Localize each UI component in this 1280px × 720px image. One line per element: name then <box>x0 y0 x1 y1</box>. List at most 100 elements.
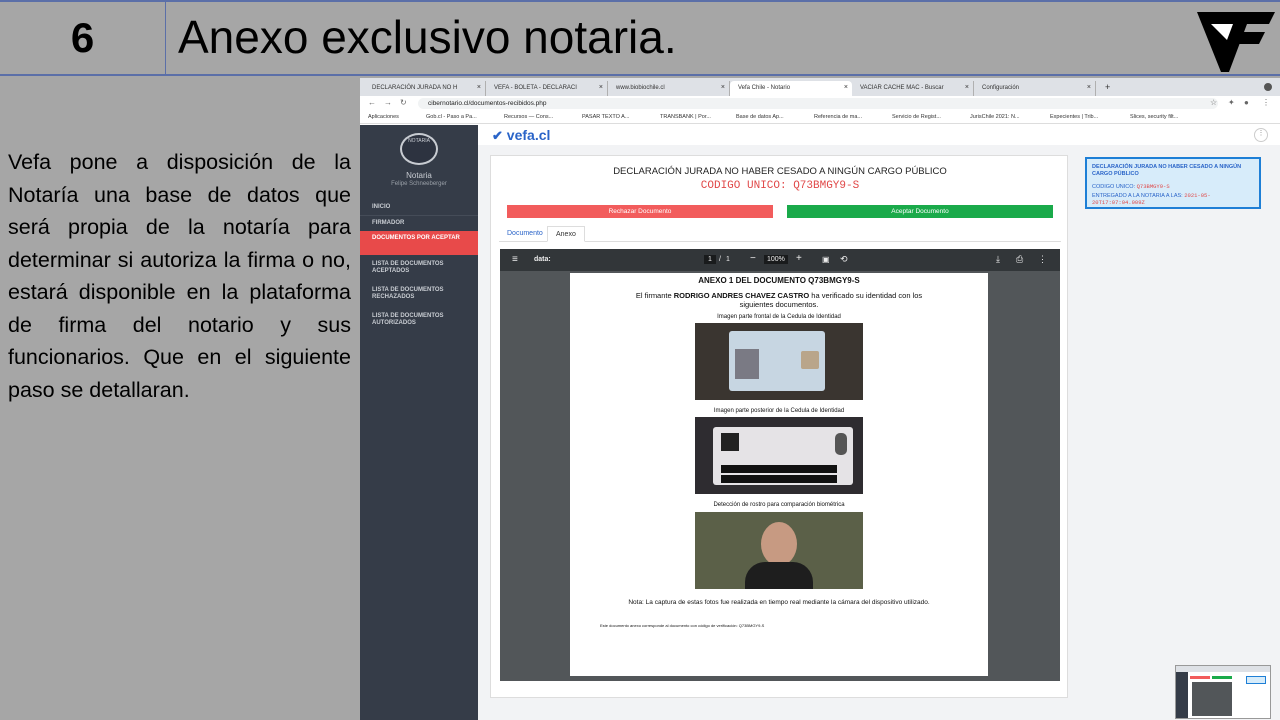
sidebar-item-documentos-por-aceptar[interactable]: DOCUMENTOS POR ACEPTAR <box>360 231 478 255</box>
bookmark[interactable]: Base de datos Ap... <box>736 114 784 120</box>
profile-icon[interactable]: ● <box>1244 98 1249 107</box>
bookmark[interactable]: JurisChile 2021: N... <box>970 114 1020 120</box>
browser-tab-active[interactable]: Vefa Chile - Notario × <box>730 81 852 96</box>
bookmark[interactable]: Referencia de ma... <box>814 114 862 120</box>
tab-label: VACIAR CACHE MAC - Buscar <box>860 85 944 91</box>
close-icon[interactable]: × <box>965 84 969 91</box>
bookmark[interactable]: PASAR TEXTO A... <box>582 114 629 120</box>
download-icon[interactable]: ⤓ <box>996 254 1000 265</box>
sidebar-item-label: LISTA DE DOCUMENTOS AUTORIZADOS <box>372 313 444 326</box>
vefa-brand[interactable]: ✔ vefa.cl <box>492 127 550 144</box>
browser-tab[interactable]: VACIAR CACHE MAC - Buscar × <box>852 81 974 96</box>
browser-screenshot: DECLARACIÓN JURADA NO H × VEFA - BOLETA -… <box>360 78 1280 720</box>
fingerprint-icon <box>835 433 847 455</box>
zoom-level[interactable]: 100% <box>764 255 788 264</box>
annex-heading: ANEXO 1 DEL DOCUMENTO Q73BMGY9-S <box>698 276 860 285</box>
slide: 6 Anexo exclusivo notaria. Vefa pone a d… <box>0 0 1280 720</box>
browser-tab[interactable]: www.biobiochile.cl × <box>608 81 730 96</box>
browser-tab[interactable]: Configuración × <box>974 81 1096 96</box>
close-icon[interactable]: × <box>721 84 725 91</box>
tab-documento[interactable]: Documento <box>499 226 551 242</box>
notario-name: Felipe Schneeberger <box>391 181 447 187</box>
caption-back: Imagen parte posterior de la Cedula de I… <box>713 408 845 414</box>
tab-label: VEFA - BOLETA - DECLARACI <box>494 85 577 91</box>
bookmark[interactable]: Expecientes | Trib... <box>1050 114 1098 120</box>
zoom-out-icon[interactable]: − <box>750 253 756 264</box>
accept-document-button[interactable]: Aceptar Documento <box>787 205 1053 218</box>
seal-text: NOTARIA <box>408 138 430 144</box>
more-icon[interactable]: ⋮ <box>1038 254 1047 265</box>
reject-document-button[interactable]: Rechazar Documento <box>507 205 773 218</box>
browser-menu-icon[interactable] <box>1264 83 1272 91</box>
forward-icon[interactable]: → <box>384 98 392 107</box>
extensions-icon[interactable]: ✦ <box>1228 98 1235 107</box>
bookmarks-bar: Aplicaciones Gob.cl - Paso a Pa... Recur… <box>360 111 1280 124</box>
pdf-viewer: ≡ data: 1 / 1 − 100% + ▣ ⟲ ⤓ ⎙ ⋮ ANEXO 1… <box>500 249 1060 681</box>
reload-icon[interactable]: ↻ <box>400 98 407 107</box>
chip-shape <box>801 351 819 369</box>
browser-tab[interactable]: VEFA - BOLETA - DECLARACI × <box>486 81 608 96</box>
tab-label: Vefa Chile - Notario <box>738 85 791 91</box>
notaria-name: Notaria <box>406 171 432 180</box>
sidebar-item-rechazados[interactable]: LISTA DE DOCUMENTOS RECHAZADOS <box>360 284 478 308</box>
redaction-bar <box>721 475 837 483</box>
slide-number: 6 <box>0 2 166 74</box>
face-shape <box>761 522 797 566</box>
vefa-logo-icon <box>1197 12 1275 72</box>
face-photo <box>695 512 863 589</box>
new-tab-button[interactable]: + <box>1102 81 1118 96</box>
url-text: cibernotario.cl/documentos-recibidos.php <box>428 100 547 107</box>
sidebar-item-label: LISTA DE DOCUMENTOS ACEPTADOS <box>372 261 444 274</box>
sidebar-item-label: LISTA DE DOCUMENTOS RECHAZADOS <box>372 287 444 300</box>
more-icon[interactable]: ⋮ <box>1262 98 1270 107</box>
tab-label: Configuración <box>982 85 1020 91</box>
bookmark[interactable]: Recursos — Cons... <box>504 114 553 120</box>
bookmark[interactable]: TRANSBANK | Por... <box>660 114 711 120</box>
close-icon[interactable]: × <box>599 84 603 91</box>
rotate-icon[interactable]: ⟲ <box>840 254 848 265</box>
thumb-accept <box>1212 676 1232 679</box>
redaction-bar <box>721 465 837 473</box>
print-icon[interactable]: ⎙ <box>1016 254 1023 265</box>
sidebar-item-aceptados[interactable]: LISTA DE DOCUMENTOS ACEPTADOS <box>360 258 478 282</box>
code-label: CODIGO UNICO: <box>1092 184 1136 190</box>
url-field[interactable]: cibernotario.cl/documentos-recibidos.php <box>418 98 1218 109</box>
close-icon[interactable]: × <box>477 84 481 91</box>
document-summary-card[interactable]: DECLARACIÓN JURADA NO HABER CESADO A NIN… <box>1085 157 1261 209</box>
caption-front: Imagen parte frontal de la Cedula de Ide… <box>717 314 841 320</box>
close-icon[interactable]: × <box>844 84 848 91</box>
zoom-in-icon[interactable]: + <box>796 253 802 264</box>
bookmark[interactable]: Slices, security filt... <box>1130 114 1178 120</box>
menu-icon[interactable]: ≡ <box>512 254 518 265</box>
close-icon[interactable]: × <box>1087 84 1091 91</box>
address-bar: ← → ↻ cibernotario.cl/documentos-recibid… <box>360 96 1280 111</box>
pdf-filename: data: <box>534 256 551 263</box>
caption-face: Detección de rostro para comparación bio… <box>713 502 845 508</box>
fit-page-icon[interactable]: ▣ <box>822 255 830 264</box>
star-icon[interactable]: ☆ <box>1210 98 1217 107</box>
notaria-seal-icon: NOTARIA <box>400 133 438 165</box>
options-icon[interactable]: ⋮ <box>1254 128 1268 142</box>
page-number-input[interactable]: 1 <box>704 255 716 264</box>
slide-body-text: Vefa pone a disposición de la Notaría un… <box>8 150 351 402</box>
app-sidebar: NOTARIA Notaria Felipe Schneeberger INIC… <box>360 125 478 720</box>
id-card-shape <box>729 331 825 391</box>
bookmark[interactable]: Aplicaciones <box>368 114 399 120</box>
sidebar-item-firmador[interactable]: FIRMADOR <box>360 215 478 229</box>
bookmark[interactable]: Servicio de Regist... <box>892 114 941 120</box>
sidebar-item-autorizados[interactable]: LISTA DE DOCUMENTOS AUTORIZADOS <box>360 310 478 334</box>
id-back-photo <box>695 417 863 494</box>
bookmark[interactable]: Gob.cl - Paso a Pa... <box>426 114 477 120</box>
id-card-back-shape <box>713 427 853 485</box>
id-front-photo <box>695 323 863 400</box>
browser-tab[interactable]: DECLARACIÓN JURADA NO H × <box>364 81 486 96</box>
sidebar-item-inicio[interactable]: INICIO <box>360 200 478 214</box>
code-value: Q73BMGY9-S <box>1136 183 1170 190</box>
back-icon[interactable]: ← <box>368 98 376 107</box>
page-separator: / <box>719 256 721 263</box>
document-tabs: Documento Anexo <box>499 226 1061 242</box>
tab-anexo[interactable]: Anexo <box>547 226 585 242</box>
document-card: DECLARACIÓN JURADA NO HABER CESADO A NIN… <box>490 155 1068 698</box>
thumb-tabbar <box>1176 666 1270 672</box>
summary-entered: ENTREGADO A LA NOTARIA A LAS: 2021-05-20… <box>1092 192 1254 206</box>
